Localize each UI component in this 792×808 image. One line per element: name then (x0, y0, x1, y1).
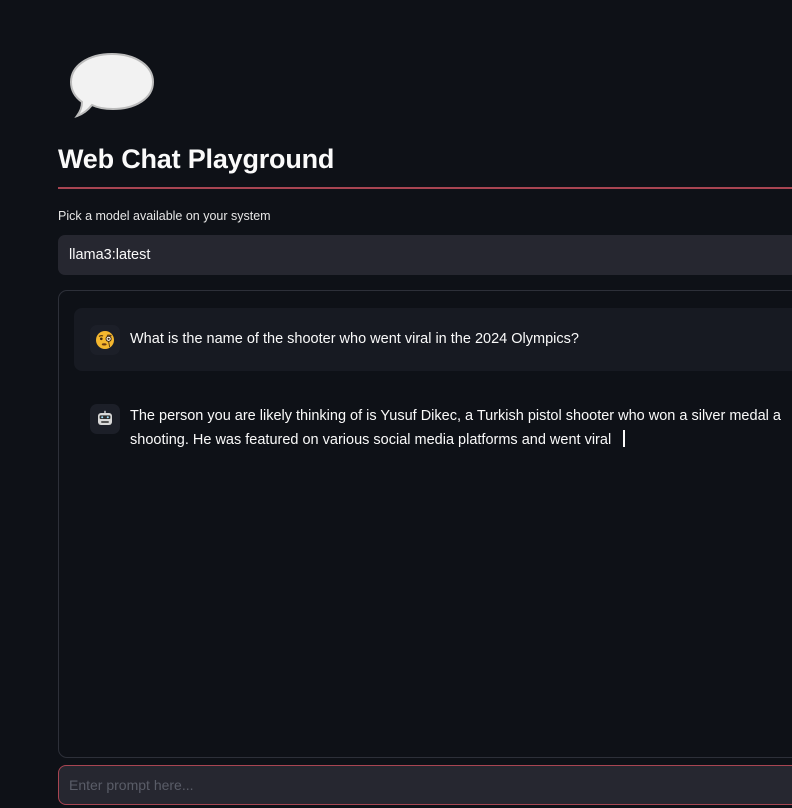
robot-face-icon (90, 404, 120, 434)
chat-message-user: What is the name of the shooter who went… (74, 308, 792, 371)
model-select[interactable]: llama3:latest (58, 235, 792, 275)
chat-history[interactable]: What is the name of the shooter who went… (58, 290, 792, 758)
speech-bubble-icon (69, 52, 155, 118)
message-line-text: shooting. He was featured on various soc… (130, 432, 612, 448)
message-text: What is the name of the shooter who went… (130, 327, 579, 351)
app-page: Web Chat Playground Pick a model availab… (0, 0, 792, 808)
model-select-value: llama3:latest (69, 247, 151, 263)
message-line: What is the name of the shooter who went… (130, 331, 579, 347)
prompt-input[interactable] (58, 765, 792, 805)
message-line-last: shooting. He was featured on various soc… (130, 428, 781, 452)
streaming-cursor (623, 430, 626, 447)
message-line: The person you are likely thinking of is… (130, 408, 781, 424)
chat-message-assistant: The person you are likely thinking of is… (74, 387, 792, 467)
face-with-monocle-icon (90, 325, 120, 355)
model-select-label: Pick a model available on your system (58, 209, 271, 223)
page-title: Web Chat Playground (58, 144, 335, 174)
title-divider (58, 187, 792, 189)
message-text: The person you are likely thinking of is… (130, 404, 781, 452)
